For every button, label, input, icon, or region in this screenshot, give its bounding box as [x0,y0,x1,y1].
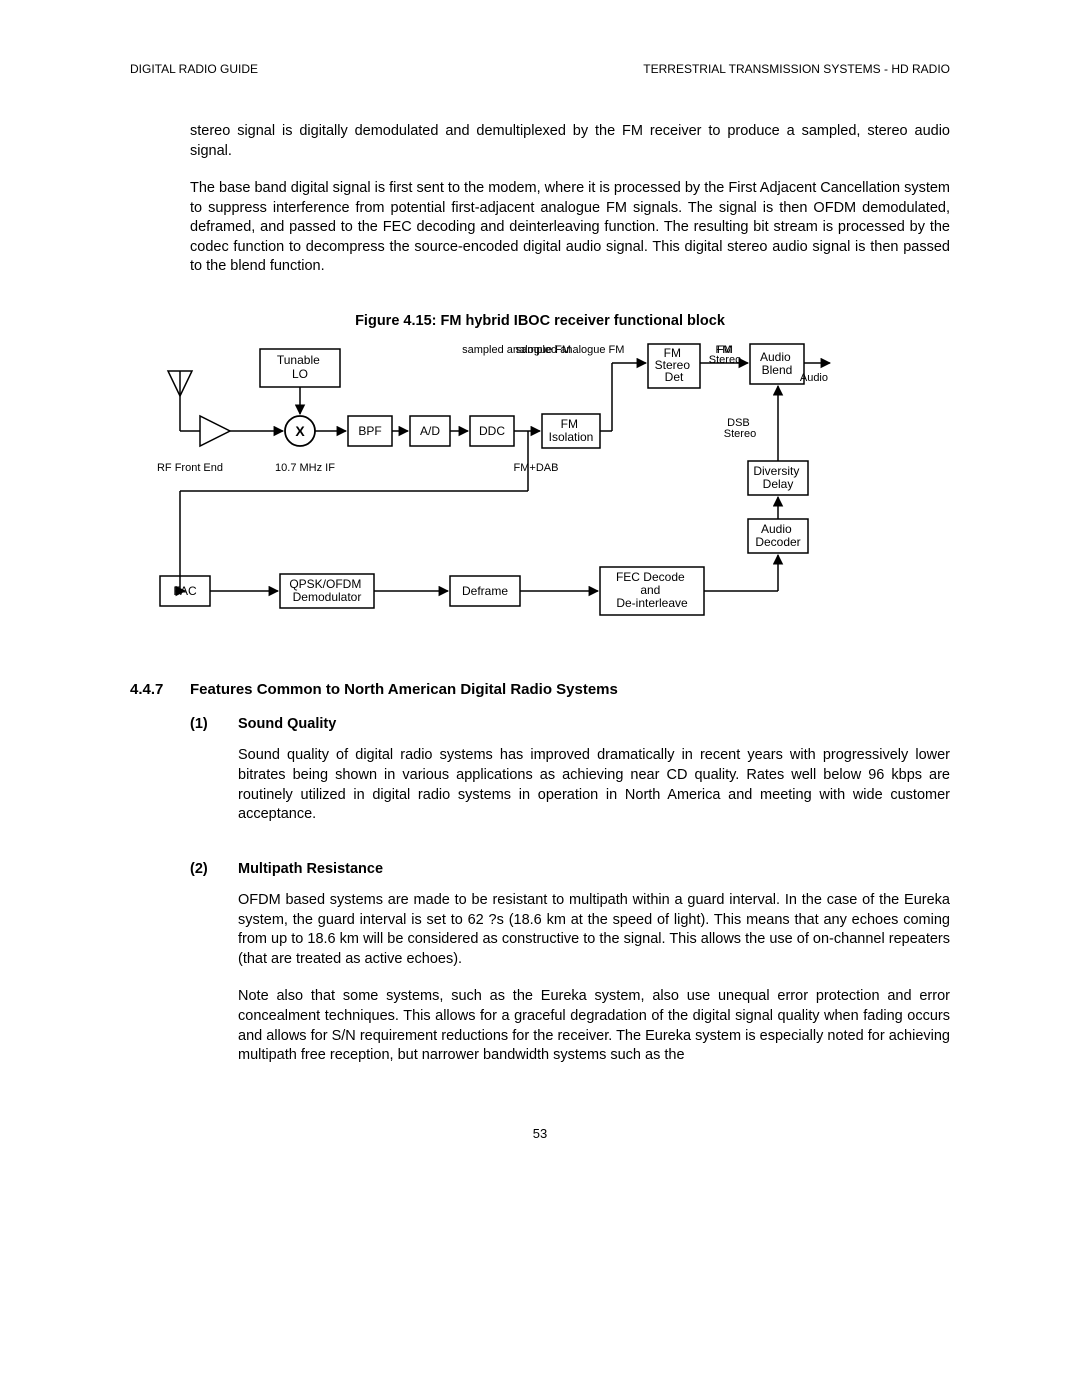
svg-text:FM Isolation: FM Isolation [549,417,594,444]
svg-text:FM Stereo Det: FM Stereo Det [655,346,694,384]
fm-isolation-label-1: FM [561,417,578,431]
section-number: 4.4.7 [130,681,190,698]
fac-label: FAC [173,584,197,598]
page: DIGITAL RADIO GUIDE TERRESTRIAL TRANSMIS… [0,0,1080,1181]
bpf-label: BPF [358,424,381,438]
svg-text:Audio Decoder: Audio Decoder [755,522,800,549]
ddc-label: DDC [479,424,505,438]
fm-isolation-label-2: Isolation [549,430,594,444]
page-number: 53 [130,1126,950,1141]
svg-text:FEC Decode and: FEC Decode and De-interleave [616,570,688,610]
subsection-1-number: (1) [190,716,238,732]
svg-text:Audio Blend: Audio Blend [760,350,794,377]
subsection-1-body: Sound quality of digital radio systems h… [238,746,950,824]
audio-out-label: Audio [800,372,828,384]
paragraph-2: The base band digital signal is first se… [190,179,950,277]
tunable-lo-label-1: Tunable [277,353,320,367]
sampled-analogue-fm-label-real: sampled analogue FM [516,344,625,356]
subsection-1-title: Sound Quality [238,716,336,732]
deframe-label: Deframe [462,584,508,598]
paragraph-1: stereo signal is digitally demodulated a… [190,122,950,161]
fm-dab-label: FM+DAB [514,462,559,474]
page-header: DIGITAL RADIO GUIDE TERRESTRIAL TRANSMIS… [130,62,950,76]
subsection-1-heading: (1) Sound Quality [190,716,950,732]
subsection-2-title: Multipath Resistance [238,861,383,877]
ad-label: A/D [420,424,440,438]
header-left: DIGITAL RADIO GUIDE [130,62,258,76]
section-heading: 4.4.7 Features Common to North American … [130,681,950,698]
svg-text:QPSK/OFDM Demodulator: QPSK/OFDM Demodulator [289,577,364,604]
header-right: TERRESTRIAL TRANSMISSION SYSTEMS - HD RA… [643,62,950,76]
mixer-label: X [295,423,305,439]
section-title: Features Common to North American Digita… [190,681,618,698]
subsection-2-number: (2) [190,861,238,877]
fm-stereo-label: FM Stereo [709,344,741,366]
subsection-2-body-2: Note also that some systems, such as the… [238,987,950,1065]
svg-text:Diversity Delay: Diversity Delay [753,464,802,491]
figure-diagram: RF Front End Tunable LO X 10.7 MHz IF BP… [130,341,950,645]
if-freq-label: 10.7 MHz IF [275,462,335,474]
figure-caption: Figure 4.15: FM hybrid IBOC receiver fun… [130,313,950,329]
rf-front-end-label: RF Front End [157,462,223,474]
tunable-lo-label-2: LO [292,367,308,381]
subsection-2-body-1: OFDM based systems are made to be resist… [238,891,950,969]
subsection-2-heading: (2) Multipath Resistance [190,861,950,877]
antenna-icon [168,371,192,431]
amplifier-icon [200,416,230,446]
svg-text:DSB Stereo: DSB Stereo [724,417,756,440]
svg-text:Tunable LO: Tunable LO [277,353,323,381]
